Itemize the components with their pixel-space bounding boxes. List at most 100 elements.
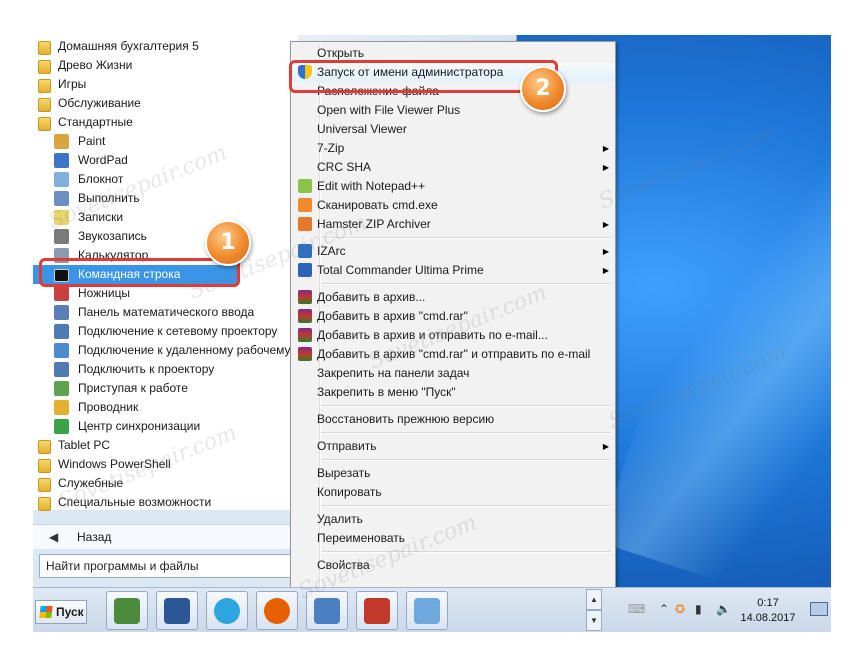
explorer-icon [54,400,69,415]
program-item[interactable]: Центр синхронизации [33,417,298,436]
start-label: Пуск [56,605,84,619]
taskbar-app-button[interactable] [106,591,148,630]
context-menu-item[interactable]: Open with File Viewer Plus [291,101,615,120]
taskbar-app-button[interactable] [256,591,298,630]
notepadpp-icon [298,179,312,193]
program-item[interactable]: Приступая к работе [33,379,298,398]
show-hidden-icons-icon[interactable]: ⌃ [659,602,669,616]
search-placeholder: Найти программы и файлы [46,559,199,573]
taskbar-app-button[interactable] [406,591,448,630]
folder-icon [38,459,51,473]
context-menu-label: Open with File Viewer Plus [317,103,461,117]
context-menu-item[interactable]: Свойства [291,556,615,575]
program-item[interactable]: Блокнот [33,170,298,189]
context-menu-label: Edit with Notepad++ [317,179,426,193]
program-label: Подключение к удаленному рабочему [78,343,291,357]
context-menu-item[interactable]: Hamster ZIP Archiver ▶ [291,215,615,234]
program-item[interactable]: Подключить к проектору [33,360,298,379]
program-label: Центр синхронизации [78,419,201,433]
back-arrow-icon: ◀ [49,530,59,544]
program-item[interactable]: Служебные [33,474,298,493]
volume-muted-icon[interactable]: 🔈 [716,602,731,616]
context-menu-label: Копировать [317,485,382,499]
context-menu-item[interactable]: Отправить ▶ [291,437,615,456]
program-label: Стандартные [58,115,133,129]
program-item[interactable]: Проводник [33,398,298,417]
context-menu-item[interactable]: Добавить в архив "cmd.rar" [291,307,615,326]
program-label: Paint [78,134,106,148]
program-item[interactable]: Выполнить [33,189,298,208]
program-item[interactable]: Подключение к сетевому проектору [33,322,298,341]
program-item[interactable]: Игры [33,75,298,94]
keyboard-icon[interactable]: ⌨ [628,602,645,616]
windows-flag-icon [39,606,53,618]
context-menu-item[interactable]: Universal Viewer [291,120,615,139]
context-menu-label: Добавить в архив "cmd.rar" и отправить п… [317,347,591,361]
taskbar-scroll-down-button[interactable]: ▼ [586,610,602,631]
clock-date: 14.08.2017 [740,612,796,624]
avast-tray-icon[interactable]: ✪ [675,602,685,616]
network-signal-icon[interactable]: ▮ [695,602,702,616]
program-item[interactable]: Древо Жизни [33,56,298,75]
program-item[interactable]: Звукозапись [33,227,298,246]
context-menu-item[interactable]: CRC SHA ▶ [291,158,615,177]
taskbar-scroll-up-button[interactable]: ▲ [586,589,602,610]
program-item[interactable]: Специальные возможности [33,493,298,512]
submenu-arrow-icon: ▶ [602,266,609,275]
context-menu-item[interactable]: Добавить в архив... [291,288,615,307]
taskbar-app-button[interactable] [156,591,198,630]
context-menu-item[interactable]: Добавить в архив и отправить по e-mail..… [291,326,615,345]
context-menu-item[interactable]: Total Commander Ultima Prime ▶ [291,261,615,280]
sync-center-icon [54,419,69,434]
monitor-icon[interactable] [810,602,828,616]
context-menu-label: Добавить в архив... [317,290,426,304]
back-label: Назад [77,530,112,544]
callout-badge-2: 2 [520,66,566,112]
program-item[interactable]: Paint [33,132,298,151]
context-menu-item[interactable]: Копировать [291,483,615,502]
context-menu-label: Сканировать cmd.exe [317,198,438,212]
program-item[interactable]: Записки [33,208,298,227]
context-menu-item[interactable]: Удалить [291,510,615,529]
context-menu-item[interactable]: IZArc ▶ [291,242,615,261]
scissors-icon [54,286,69,301]
context-menu-item[interactable]: Восстановить прежнюю версию [291,410,615,429]
program-label: Служебные [58,476,124,490]
menu-separator [322,283,611,285]
taskbar-app-button[interactable] [356,591,398,630]
telegram-icon [214,598,240,624]
context-menu-item[interactable]: Edit with Notepad++ [291,177,615,196]
program-item[interactable]: Обслуживание [33,94,298,113]
program-item[interactable]: WordPad [33,151,298,170]
context-menu: Открыть Запуск от имени администратора Рас… [290,41,616,593]
microphone-icon [54,229,69,244]
context-menu-item[interactable]: Закрепить на панели задач [291,364,615,383]
back-button[interactable]: ◀ Назад [33,524,298,549]
context-menu-item[interactable]: Добавить в архив "cmd.rar" и отправить п… [291,345,615,364]
context-menu-item[interactable]: Вырезать [291,464,615,483]
program-item[interactable]: Tablet PC [33,436,298,455]
taskbar-app-button[interactable] [206,591,248,630]
context-menu-label: Добавить в архив "cmd.rar" [317,309,468,323]
program-label: Выполнить [78,191,140,205]
context-menu-item[interactable]: Переименовать [291,529,615,548]
context-menu-label: Добавить в архив и отправить по e-mail..… [317,328,548,342]
program-item[interactable]: Windows PowerShell [33,455,298,474]
program-label: Обслуживание [58,96,141,110]
winrar-icon [298,290,312,304]
start-button[interactable]: Пуск [35,600,87,624]
program-item[interactable]: Панель математического ввода [33,303,298,322]
taskbar: Пуск ▲ ▼ ⌨ ⌃ ✪ ▮ 🔈 0:17 14.08.2017 [33,587,831,632]
program-item[interactable]: Подключение к удаленному рабочему [33,341,298,360]
search-input[interactable]: Найти программы и файлы [39,554,295,578]
taskbar-app-button[interactable] [306,591,348,630]
context-menu-item[interactable]: Закрепить в меню "Пуск" [291,383,615,402]
menu-separator [322,237,611,239]
context-menu-item[interactable]: 7-Zip ▶ [291,139,615,158]
context-menu-item[interactable]: Сканировать cmd.exe [291,196,615,215]
submenu-arrow-icon: ▶ [602,144,609,153]
clock[interactable]: 0:17 14.08.2017 [738,596,798,626]
context-menu-label: IZArc [317,244,346,258]
program-item[interactable]: Стандартные [33,113,298,132]
program-item[interactable]: Домашняя бухгалтерия 5 [33,37,298,56]
